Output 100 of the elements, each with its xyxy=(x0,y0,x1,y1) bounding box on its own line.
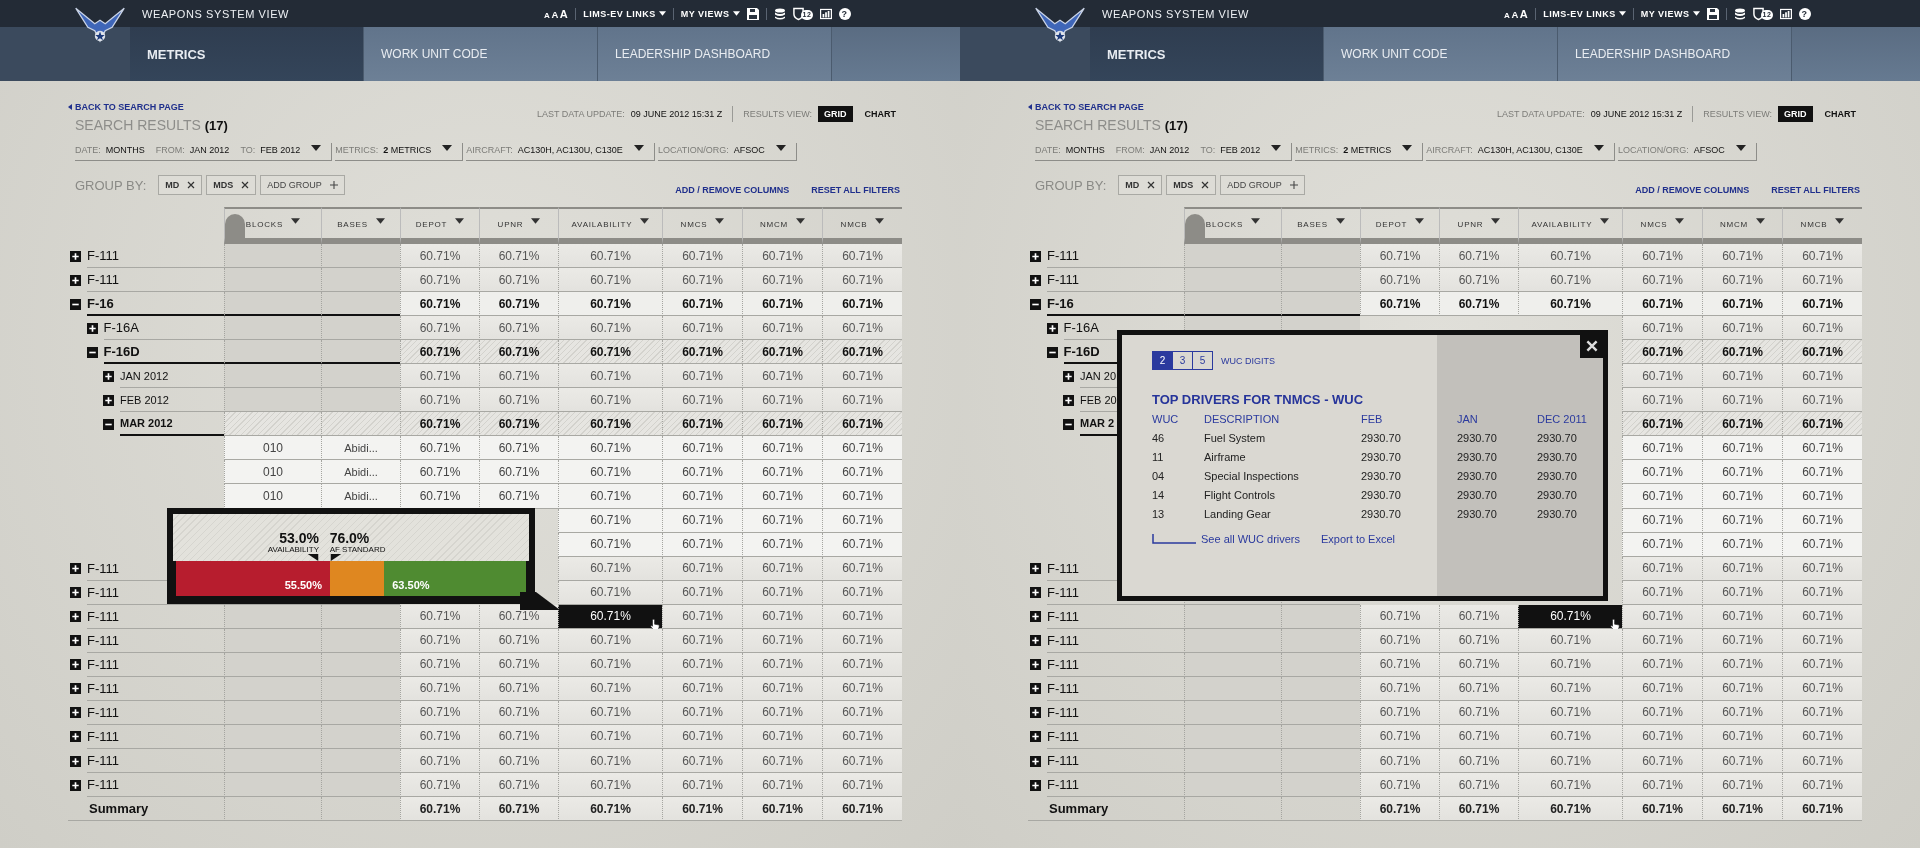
view-toggle[interactable]: GRID xyxy=(818,106,853,122)
table-cell: 60.71% xyxy=(1439,749,1518,774)
table-cell: 60.71% xyxy=(662,700,742,725)
table-link[interactable]: ADD / REMOVE COLUMNS xyxy=(1635,185,1750,195)
table-cell: 60.71% xyxy=(822,676,902,701)
table-cell-text: 2930.70 xyxy=(1537,489,1578,501)
table-cell: 60.71% xyxy=(558,340,662,365)
table-cell: 60.71% xyxy=(479,700,558,725)
table-cell: 60.71% xyxy=(558,388,662,413)
table-cell: 60.71% xyxy=(1518,652,1622,677)
table-cell: 60.71% xyxy=(1439,676,1518,701)
add-group-button[interactable]: ADD GROUP xyxy=(1220,175,1305,195)
table-cell: 60.71% xyxy=(400,676,479,701)
digit-toggle[interactable]: 2 xyxy=(1153,352,1172,369)
table-cell: 60.71% xyxy=(400,244,479,269)
table-cell: 60.71% xyxy=(1518,244,1622,269)
table-link[interactable]: RESET ALL FILTERS xyxy=(811,185,900,195)
table-cell: 60.71% xyxy=(1622,532,1702,557)
filter-value[interactable]: AC130H, AC130U, C130E xyxy=(1477,145,1583,155)
filter-value[interactable]: AC130H, AC130U, C130E xyxy=(517,145,623,155)
table-cell: 60.71% xyxy=(1782,388,1862,413)
group-chip[interactable]: MDS xyxy=(206,175,257,195)
popup-link[interactable]: Export to Excel xyxy=(1321,533,1395,545)
nav-tab[interactable]: METRICS xyxy=(130,27,364,81)
table-cell: 60.71% xyxy=(1702,652,1782,677)
filter-value[interactable]: JAN 2012 xyxy=(1149,145,1190,155)
filter-label: TO: xyxy=(1200,145,1216,155)
group-chip[interactable]: MD xyxy=(1118,175,1163,195)
table-cell: 60.71% xyxy=(400,292,479,317)
update-label: LAST DATA UPDATE: xyxy=(1496,109,1585,119)
table-cell: 60.71% xyxy=(1439,628,1518,653)
table-cell: 60.71% xyxy=(662,436,742,461)
table-cell: 60.71% xyxy=(400,412,479,437)
nav-tab[interactable]: WORK UNIT CODE xyxy=(1324,27,1558,81)
table-cell: 60.71% xyxy=(822,556,902,581)
table-cell: 60.71% xyxy=(1782,268,1862,293)
font-size-button[interactable]: A xyxy=(1519,7,1529,20)
back-link[interactable]: BACK TO SEARCH PAGE xyxy=(1035,102,1144,112)
menu-link[interactable]: MY VIEWS xyxy=(680,8,730,19)
table-cell: 60.71% xyxy=(1782,292,1862,317)
table-cell: 60.71% xyxy=(742,749,822,774)
table-cell: 60.71% xyxy=(742,364,822,389)
font-size-button[interactable]: A xyxy=(544,10,551,20)
back-link[interactable]: BACK TO SEARCH PAGE xyxy=(75,102,184,112)
nav-tab[interactable]: WORK UNIT CODE xyxy=(364,27,598,81)
filter-value[interactable]: FEB 2012 xyxy=(1220,145,1261,155)
font-size-button[interactable]: A xyxy=(1504,10,1511,20)
summary-label: Summary xyxy=(68,797,224,822)
nav-tab[interactable]: METRICS xyxy=(1090,27,1324,81)
table-cell-text: 04 xyxy=(1152,470,1166,482)
table-cell: 60.71% xyxy=(662,532,742,557)
table-cell: 60.71% xyxy=(558,652,662,677)
view-toggle[interactable]: CHART xyxy=(858,106,902,122)
table-cell: 60.71% xyxy=(822,724,902,749)
table-cell: 60.71% xyxy=(1518,292,1622,317)
menu-link[interactable]: MY VIEWS xyxy=(1640,8,1690,19)
view-toggle[interactable]: GRID xyxy=(1778,106,1813,122)
filter-value[interactable]: MONTHS xyxy=(1065,145,1105,155)
popup-link[interactable]: See all WUC drivers xyxy=(1201,533,1301,545)
nav-tab[interactable]: LEADERSHIP DASHBOARD xyxy=(1558,27,1792,81)
table-cell: 60.71% xyxy=(662,388,742,413)
table-link[interactable]: ADD / REMOVE COLUMNS xyxy=(675,185,790,195)
table-cell-text: 2930.70 xyxy=(1537,470,1578,482)
table-cell: 60.71% xyxy=(822,508,902,533)
font-size-button[interactable]: A xyxy=(559,7,569,20)
table-cell-text: 13 xyxy=(1152,508,1166,520)
group-chip[interactable]: MDS xyxy=(1166,175,1217,195)
help-button[interactable]: ? xyxy=(838,7,851,20)
table-cell: 60.71% xyxy=(479,340,558,365)
digit-toggle[interactable]: 3 xyxy=(1172,352,1192,369)
table-cell: 60.71% xyxy=(1702,676,1782,701)
font-size-button[interactable]: A xyxy=(1511,8,1519,20)
nav-tab[interactable]: LEADERSHIP DASHBOARD xyxy=(598,27,832,81)
digit-toggle[interactable]: 5 xyxy=(1192,352,1212,369)
table-cell: 60.71% xyxy=(1518,773,1622,798)
table-cell: 60.71% xyxy=(1782,628,1862,653)
filter-value[interactable]: AFSOC xyxy=(1693,145,1725,155)
table-cell-text: 2930.70 xyxy=(1361,451,1402,463)
table-cell: 60.71% xyxy=(479,628,558,653)
update-value: 09 JUNE 2012 15:31 Z xyxy=(630,109,723,119)
table-cell: 60.71% xyxy=(400,364,479,389)
table-cell: 60.71% xyxy=(1622,484,1702,509)
filter-value[interactable]: FEB 2012 xyxy=(260,145,301,155)
view-toggle[interactable]: CHART xyxy=(1818,106,1862,122)
group-chip[interactable]: MD xyxy=(158,175,203,195)
filter-value[interactable]: MONTHS xyxy=(105,145,145,155)
filter-value[interactable]: AFSOC xyxy=(733,145,765,155)
table-cell: 60.71% xyxy=(400,268,479,293)
table-cell: 60.71% xyxy=(822,292,902,317)
filter-value[interactable]: 2 METRICS xyxy=(1343,145,1392,155)
help-button[interactable]: ? xyxy=(1798,7,1811,20)
table-link[interactable]: RESET ALL FILTERS xyxy=(1771,185,1860,195)
add-group-button[interactable]: ADD GROUP xyxy=(260,175,345,195)
menu-link[interactable]: LIMS-EV LINKS xyxy=(1543,8,1616,19)
filter-value[interactable]: JAN 2012 xyxy=(189,145,230,155)
menu-link[interactable]: LIMS-EV LINKS xyxy=(583,8,656,19)
filter-value[interactable]: 2 METRICS xyxy=(383,145,432,155)
table-cell: 60.71% xyxy=(1518,797,1622,822)
table-cell: 60.71% xyxy=(1702,460,1782,485)
font-size-button[interactable]: A xyxy=(551,8,559,20)
